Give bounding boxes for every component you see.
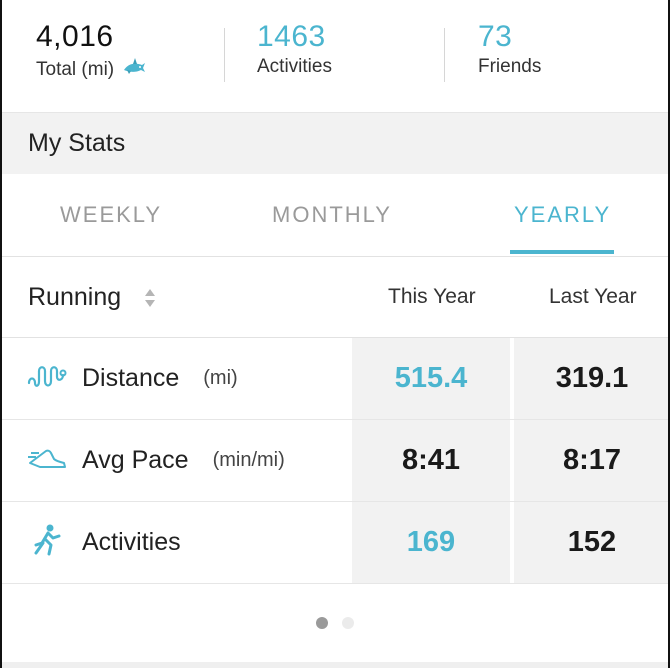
- divider: [224, 28, 225, 82]
- activities-this-year: 169: [352, 502, 510, 583]
- period-tabs: WEEKLY MONTHLY YEARLY: [2, 174, 668, 257]
- activities-stat[interactable]: 1463 Activities: [257, 18, 332, 78]
- sort-arrows-icon: [143, 286, 157, 310]
- friends-count: 73: [478, 20, 513, 53]
- tab-weekly[interactable]: WEEKLY: [60, 202, 162, 228]
- avg-pace-last-year: 8:17: [514, 420, 668, 501]
- friends-stat[interactable]: 73 Friends: [478, 18, 541, 78]
- column-this-year: This Year: [388, 285, 476, 308]
- distance-this-year: 515.4: [352, 338, 510, 419]
- my-stats-screen: 4,016 Total (mi) 1463 Activities 73 Frie…: [0, 0, 670, 668]
- summary-bar: 4,016 Total (mi) 1463 Activities 73 Frie…: [2, 0, 668, 112]
- table-row-avg-pace: Avg Pace (min/mi) 8:41 8:17: [2, 420, 668, 502]
- metric-label: Avg Pace: [82, 446, 189, 474]
- page-indicator: [316, 617, 354, 629]
- avg-pace-this-year: 8:41: [352, 420, 510, 501]
- active-tab-indicator: [510, 250, 614, 254]
- section-header: My Stats: [2, 112, 668, 175]
- activities-last-year: 152: [514, 502, 668, 583]
- table-row-activities: Activities 169 152: [2, 502, 668, 584]
- metric-unit: (mi): [203, 367, 238, 389]
- bottom-divider: [2, 662, 668, 668]
- metric-label: Activities: [82, 528, 181, 556]
- sport-selector[interactable]: Running: [28, 283, 157, 312]
- page-dot-2[interactable]: [342, 617, 354, 629]
- shark-icon: [122, 56, 146, 84]
- shoe-icon: [26, 445, 68, 476]
- sport-label: Running: [28, 283, 122, 311]
- total-miles-label: Total (mi): [36, 59, 115, 80]
- metric-unit: (min/mi): [212, 449, 285, 471]
- stats-table-header: Running This Year Last Year: [2, 257, 668, 338]
- total-miles-stat[interactable]: 4,016 Total (mi): [36, 18, 146, 84]
- divider: [444, 28, 445, 82]
- activities-label: Activities: [257, 56, 332, 77]
- metric-label: Distance: [82, 364, 180, 392]
- section-title: My Stats: [28, 129, 126, 157]
- total-miles-value: 4,016: [36, 20, 114, 53]
- distance-last-year: 319.1: [514, 338, 668, 419]
- runner-icon: [26, 523, 68, 562]
- activities-count: 1463: [257, 20, 326, 53]
- column-last-year: Last Year: [549, 285, 637, 308]
- page-dot-1[interactable]: [316, 617, 328, 629]
- tab-monthly[interactable]: MONTHLY: [272, 202, 392, 228]
- route-icon: [26, 363, 68, 394]
- tab-yearly[interactable]: YEARLY: [514, 202, 611, 228]
- table-row-distance: Distance (mi) 515.4 319.1: [2, 338, 668, 420]
- friends-label: Friends: [478, 56, 542, 77]
